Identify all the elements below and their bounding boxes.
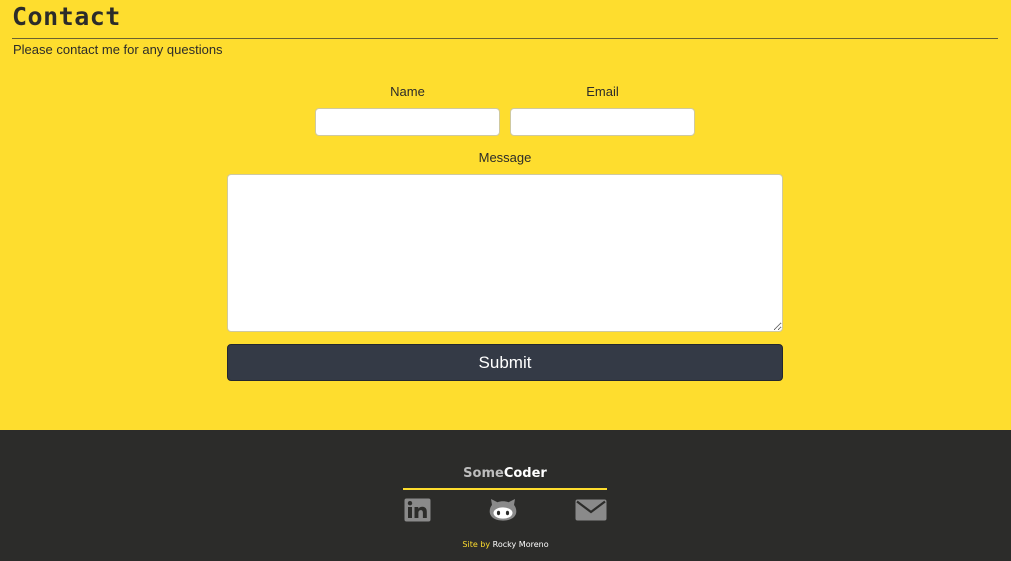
site-credit: Site by Rocky Moreno: [0, 540, 1011, 549]
page-subtitle: Please contact me for any questions: [13, 42, 223, 57]
github-link[interactable]: [487, 496, 519, 524]
message-label: Message: [478, 150, 532, 165]
brand-some-text: Some: [463, 466, 504, 481]
page-title: Contact: [12, 2, 121, 31]
email-link[interactable]: [575, 496, 607, 524]
name-input[interactable]: [315, 108, 500, 136]
brand-coder-text: Coder: [503, 466, 547, 481]
linkedin-link[interactable]: [401, 496, 433, 524]
github-icon: [489, 499, 517, 521]
credit-author: Rocky Moreno: [492, 540, 549, 549]
brand-underline: [403, 488, 607, 490]
title-divider: [12, 38, 998, 39]
linkedin-icon: [404, 498, 430, 522]
message-textarea[interactable]: [227, 174, 783, 332]
email-input[interactable]: [510, 108, 695, 136]
footer-brand: SomeCoder: [403, 466, 607, 481]
credit-prefix: Site by: [462, 540, 491, 549]
submit-button[interactable]: Submit: [227, 344, 783, 381]
name-label: Name: [390, 84, 425, 99]
email-label: Email: [586, 84, 619, 99]
email-icon: [575, 499, 607, 521]
